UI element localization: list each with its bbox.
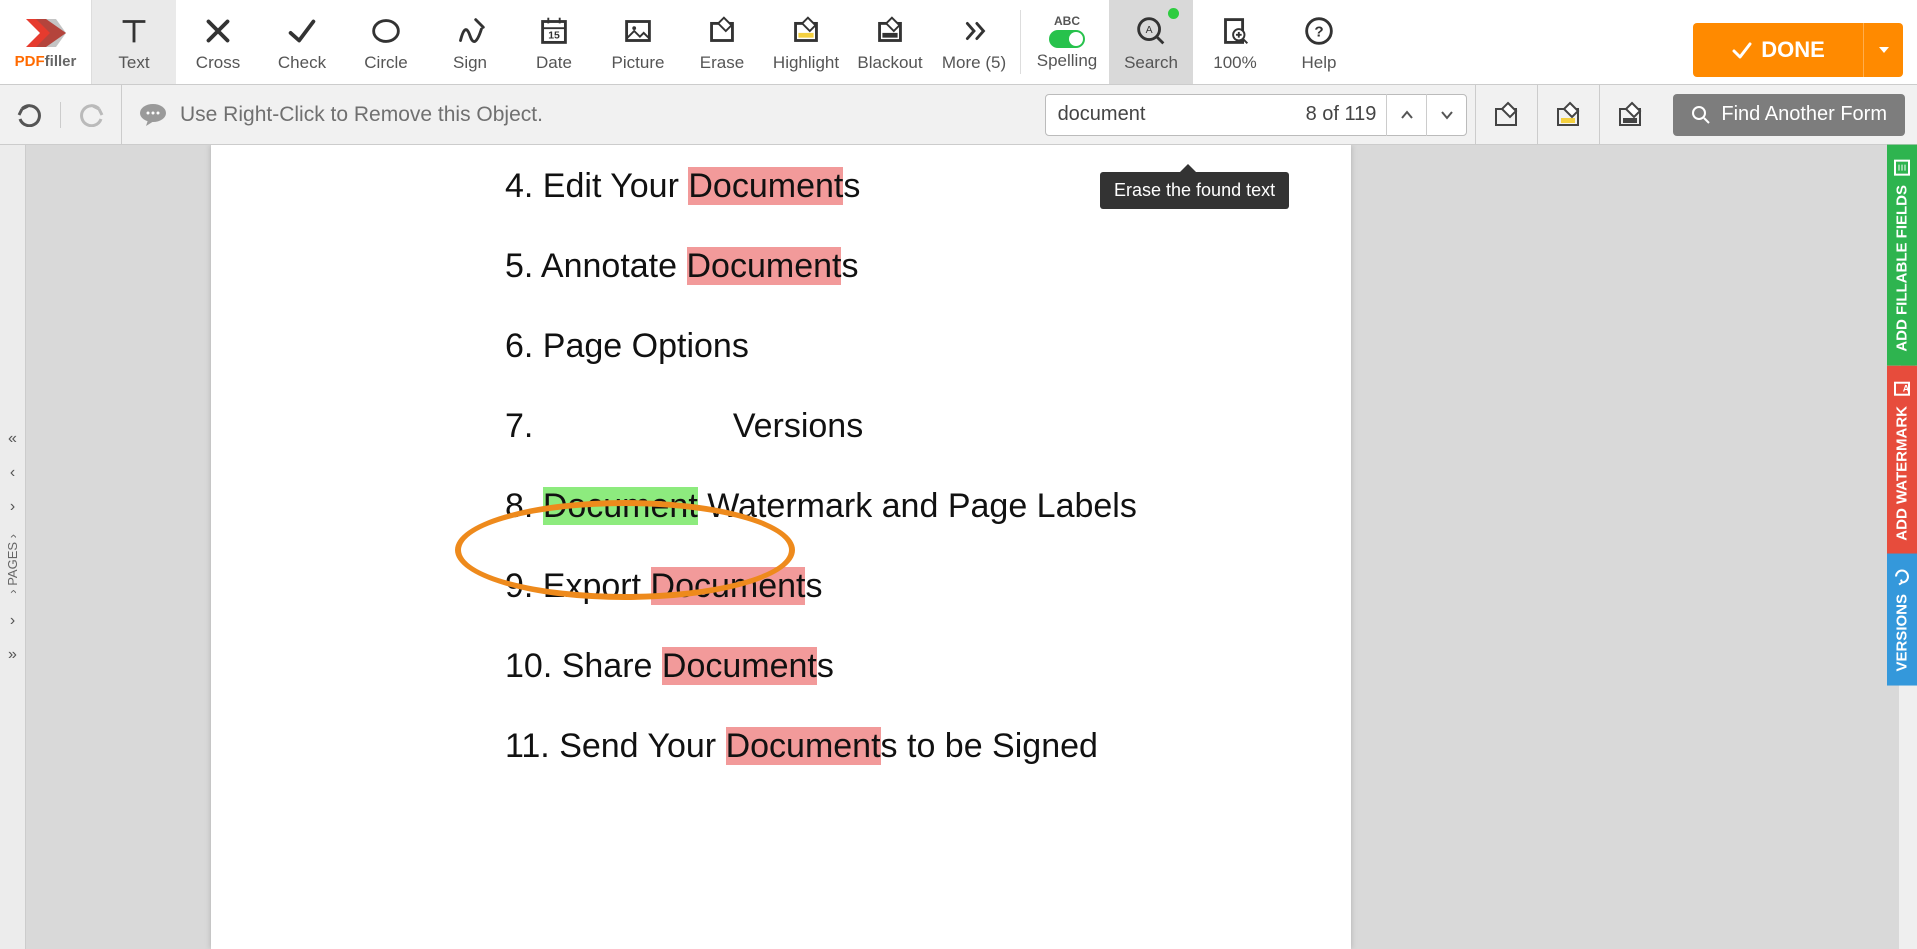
- picture-tool-button[interactable]: Picture: [596, 0, 680, 84]
- done-button[interactable]: DONE: [1693, 23, 1863, 77]
- highlight-tool-button[interactable]: Highlight: [764, 0, 848, 84]
- active-indicator-icon: [1168, 8, 1179, 19]
- versions-tab[interactable]: VERSIONS: [1887, 554, 1917, 686]
- redo-button[interactable]: [79, 103, 107, 127]
- document-page: 4. Edit Your Documents 5. Annotate Docum…: [211, 145, 1351, 949]
- date-tool-button[interactable]: 15 Date: [512, 0, 596, 84]
- search-box: 8 of 119: [1045, 94, 1468, 136]
- spelling-toggle-button[interactable]: ABC Spelling: [1025, 0, 1109, 84]
- erase-tool-button[interactable]: Erase: [680, 0, 764, 84]
- erase-found-button[interactable]: [1475, 85, 1537, 144]
- hint-text: Use Right-Click to Remove this Object.: [180, 103, 543, 127]
- tooltip: Erase the found text: [1100, 172, 1289, 209]
- add-watermark-tab[interactable]: ADD WATERMARK A: [1887, 366, 1917, 555]
- pages-rail: « ‹ › › PAGES › › »: [0, 145, 26, 949]
- blackout-found-button[interactable]: [1599, 85, 1661, 144]
- second-toolbar: Use Right-Click to Remove this Object. 8…: [0, 85, 1917, 145]
- pages-first-button[interactable]: «: [1, 424, 25, 454]
- comment-icon: [138, 102, 168, 128]
- spelling-toggle-icon: [1049, 30, 1085, 48]
- search-next-button[interactable]: [1426, 94, 1466, 136]
- svg-text:A: A: [1903, 384, 1910, 394]
- search-input[interactable]: [1046, 103, 1296, 126]
- pages-label: › PAGES ›: [5, 534, 20, 594]
- search-result-count: 8 of 119: [1296, 103, 1387, 126]
- undo-button[interactable]: [14, 103, 42, 127]
- pages-down-button[interactable]: ›: [1, 606, 25, 636]
- cross-tool-button[interactable]: Cross: [176, 0, 260, 84]
- svg-text:?: ?: [1314, 23, 1323, 40]
- pages-next-button[interactable]: ›: [1, 492, 25, 522]
- sign-tool-button[interactable]: Sign: [428, 0, 512, 84]
- brand-logo[interactable]: PDFfiller: [0, 0, 92, 84]
- more-tools-button[interactable]: More (5): [932, 0, 1016, 84]
- circle-tool-button[interactable]: Circle: [344, 0, 428, 84]
- add-fillable-fields-tab[interactable]: ADD FILLABLE FIELDS: [1887, 145, 1917, 366]
- search-prev-button[interactable]: [1386, 94, 1426, 136]
- pages-last-button[interactable]: »: [1, 640, 25, 670]
- svg-text:15: 15: [548, 30, 560, 41]
- search-tool-button[interactable]: A Search: [1109, 0, 1193, 84]
- blackout-tool-button[interactable]: Blackout: [848, 0, 932, 84]
- check-tool-button[interactable]: Check: [260, 0, 344, 84]
- text-tool-button[interactable]: Text: [92, 0, 176, 84]
- top-toolbar: PDFfiller Text Cross Check Circle Sign 1…: [0, 0, 1917, 85]
- highlight-found-button[interactable]: [1537, 85, 1599, 144]
- help-button[interactable]: ? Help: [1277, 0, 1361, 84]
- circle-annotation[interactable]: [455, 500, 795, 600]
- svg-text:A: A: [1146, 24, 1153, 35]
- find-another-form-button[interactable]: Find Another Form: [1673, 94, 1905, 136]
- pages-prev-button[interactable]: ‹: [1, 458, 25, 488]
- document-canvas[interactable]: 4. Edit Your Documents 5. Annotate Docum…: [26, 145, 1917, 949]
- done-dropdown-button[interactable]: [1863, 23, 1903, 77]
- zoom-button[interactable]: 100%: [1193, 0, 1277, 84]
